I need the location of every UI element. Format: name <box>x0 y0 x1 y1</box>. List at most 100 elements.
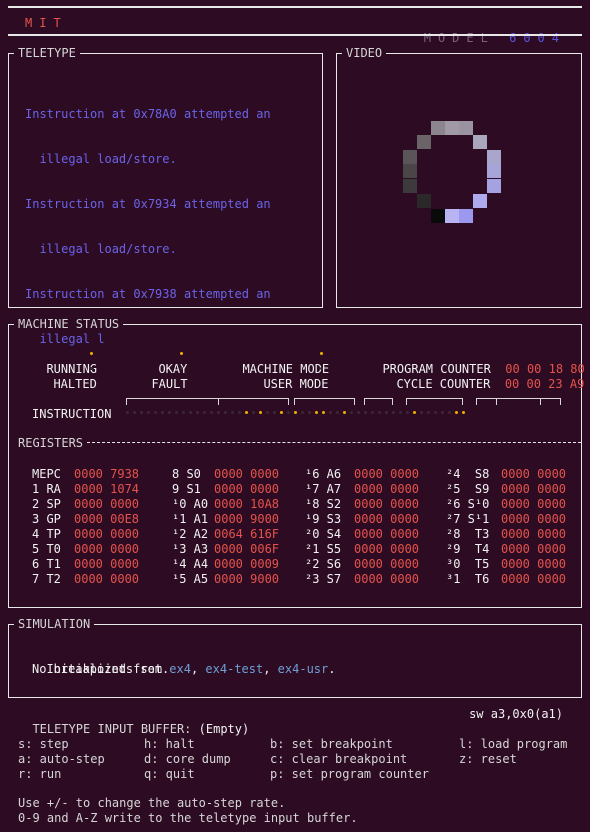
register-value: 0000 0000 <box>74 497 140 511</box>
instruction-bit <box>175 411 178 414</box>
video-pixel <box>487 179 501 193</box>
video-pixel <box>417 135 431 149</box>
machine-status-title: MACHINE STATUS <box>14 317 124 331</box>
register-value: 0000 0000 <box>74 542 140 556</box>
model-header: MODEL 6004 <box>395 16 566 46</box>
register-name: ¹0 A0 <box>172 497 209 511</box>
register-name: ²3 S7 <box>305 572 342 586</box>
register-name: ²4 S8 <box>446 467 490 481</box>
instruction-bit <box>385 411 388 414</box>
instruction-bit <box>364 411 367 414</box>
register-value: 0000 0000 <box>501 557 567 571</box>
flag-label: USER MODE <box>263 377 329 391</box>
instruction-bit <box>294 411 297 414</box>
instruction-bit <box>371 411 374 414</box>
instruction-bit <box>252 411 255 414</box>
source-file-link[interactable]: ex4 <box>169 662 191 676</box>
register-value: 0000 0009 <box>214 557 280 571</box>
video-pixel <box>459 121 473 135</box>
register-value: 0000 1074 <box>74 482 140 496</box>
register-value: 0000 0000 <box>74 572 140 586</box>
register-value: 0000 0000 <box>501 482 567 496</box>
register-name: ¹6 A6 <box>305 467 342 481</box>
register-value: 0000 0000 <box>74 557 140 571</box>
video-pixel <box>417 194 431 208</box>
instruction-bit <box>168 411 171 414</box>
instruction-bit <box>140 411 143 414</box>
register-value: 0000 0000 <box>501 467 567 481</box>
instruction-bit <box>392 411 395 414</box>
instr-bracket <box>406 398 463 405</box>
cycle-counter: CYCLE COUNTER 00 00 23 A9 <box>382 362 584 392</box>
instr-bracket <box>496 398 541 405</box>
register-value: 0000 006F <box>214 542 280 556</box>
header-rule <box>8 34 582 36</box>
instruction-bit <box>217 411 220 414</box>
footer-hint: Use +/- to change the auto-step rate. <box>18 796 286 810</box>
flag-indicator-halted <box>90 367 93 370</box>
source-file-link[interactable]: ex4-test <box>205 662 263 676</box>
instruction-bit <box>196 411 199 414</box>
instruction-bit <box>399 411 402 414</box>
instruction-bit <box>315 411 318 414</box>
register-name: 4 TP <box>32 527 61 541</box>
instruction-bit <box>336 411 339 414</box>
register-value: 0000 0000 <box>501 512 567 526</box>
register-value: 0000 0000 <box>501 497 567 511</box>
register-name: ¹8 S2 <box>305 497 342 511</box>
register-name: 8 S0 <box>172 467 201 481</box>
instr-bracket <box>294 398 355 405</box>
instruction-bit <box>133 411 136 414</box>
input-buffer-label: TELETYPE INPUT BUFFER: <box>32 722 192 736</box>
instruction-bit <box>406 411 409 414</box>
teletype-line: Instruction at 0x78A0 attempted an <box>25 107 271 121</box>
register-value: 0000 0000 <box>74 527 140 541</box>
video-pixel <box>487 164 501 178</box>
flag-user-mode: USER MODE <box>249 362 328 392</box>
register-name: 7 T2 <box>32 572 61 586</box>
video-pixel <box>403 150 417 164</box>
register-name: ³0 T5 <box>446 557 490 571</box>
instruction-bit <box>273 411 276 414</box>
register-name: ¹9 S3 <box>305 512 342 526</box>
registers-rule <box>87 442 581 443</box>
instr-bracket <box>364 398 393 405</box>
video-display <box>336 53 582 308</box>
flag-indicator-fault <box>180 367 183 370</box>
video-pixel <box>473 194 487 208</box>
register-name: ²9 T4 <box>446 542 490 556</box>
video-pixel <box>473 135 487 149</box>
video-pixel <box>445 121 459 135</box>
key-help-auto-step: a: auto-step <box>18 752 105 766</box>
instruction-bit <box>161 411 164 414</box>
instruction-bit <box>413 411 416 414</box>
teletype-line: Instruction at 0x7934 attempted an <box>25 197 271 211</box>
key-help-clear-breakpoint: c: clear breakpoint <box>270 752 408 766</box>
teletype-title: TELETYPE <box>14 46 80 60</box>
register-name: ¹7 A7 <box>305 482 342 496</box>
teletype-input-buffer: TELETYPE INPUT BUFFER: (Empty) <box>18 707 249 737</box>
register-value: 0000 0000 <box>354 557 420 571</box>
instruction-bit <box>238 411 241 414</box>
instruction-bit <box>350 411 353 414</box>
instruction-bit <box>126 411 129 414</box>
register-name: ¹4 A4 <box>172 557 209 571</box>
current-instruction: sw a3,0x0(a1) <box>469 707 563 721</box>
instruction-bit <box>448 411 451 414</box>
video-pixel <box>487 150 501 164</box>
teletype-line: illegal load/store. <box>25 152 177 166</box>
instruction-bit <box>203 411 206 414</box>
breakpoints-status: No breakpoints set. <box>32 662 170 676</box>
source-file-link[interactable]: ex4-usr <box>278 662 329 676</box>
register-name: 3 GP <box>32 512 61 526</box>
instruction-bit <box>322 411 325 414</box>
register-name: MEPC <box>32 467 61 481</box>
instr-bracket <box>126 398 289 405</box>
instruction-bit <box>147 411 150 414</box>
instruction-bit <box>154 411 157 414</box>
teletype-line: Instruction at 0x7938 attempted an <box>25 287 271 301</box>
video-pixel <box>403 164 417 178</box>
register-value: 0000 9000 <box>214 512 280 526</box>
instruction-bit <box>280 411 283 414</box>
instruction-bit <box>301 411 304 414</box>
